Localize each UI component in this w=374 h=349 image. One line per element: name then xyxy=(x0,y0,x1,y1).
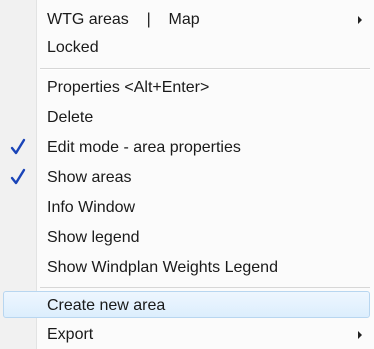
submenu-arrow-icon xyxy=(358,331,362,339)
menu-separator-highlight xyxy=(40,69,370,70)
menu-item-label: Edit mode - area properties xyxy=(47,139,241,156)
menu-item-wtg-areas-map[interactable]: WTG areas | Map xyxy=(0,6,374,34)
menu-item-show-legend[interactable]: Show legend xyxy=(0,224,374,252)
menu-item-label: Properties <Alt+Enter> xyxy=(47,79,210,96)
menu-item-show-windplan-weights-legend[interactable]: Show Windplan Weights Legend xyxy=(0,254,374,282)
menu-item-info-window[interactable]: Info Window xyxy=(0,194,374,222)
menu-item-label: WTG areas | Map xyxy=(47,11,200,28)
menu-item-label: Show areas xyxy=(47,169,132,186)
menu-item-edit-mode-area-properties[interactable]: Edit mode - area properties xyxy=(0,134,374,162)
menu-item-show-areas[interactable]: Show areas xyxy=(0,164,374,192)
menu-item-export[interactable]: Export xyxy=(0,321,374,349)
menu-item-label: Export xyxy=(47,326,94,343)
submenu-arrow-icon xyxy=(358,16,362,24)
menu-item-delete[interactable]: Delete xyxy=(0,104,374,132)
menu-item-label: Show Windplan Weights Legend xyxy=(47,259,278,276)
context-menu: WTG areas | Map Locked Properties <Alt+E… xyxy=(0,0,374,349)
menu-item-label: Delete xyxy=(47,109,94,126)
menu-item-label: Show legend xyxy=(47,229,140,246)
menu-item-label: Info Window xyxy=(47,199,136,216)
menu-separator xyxy=(40,287,370,288)
menu-item-properties[interactable]: Properties <Alt+Enter> xyxy=(0,74,374,102)
checkmark-icon xyxy=(10,168,26,185)
menu-item-label: Create new area xyxy=(47,297,166,314)
menu-item-locked[interactable]: Locked xyxy=(0,34,374,62)
menu-item-label: Locked xyxy=(47,39,99,56)
menu-item-create-new-area[interactable]: Create new area xyxy=(0,292,374,320)
checkmark-icon xyxy=(10,138,26,155)
